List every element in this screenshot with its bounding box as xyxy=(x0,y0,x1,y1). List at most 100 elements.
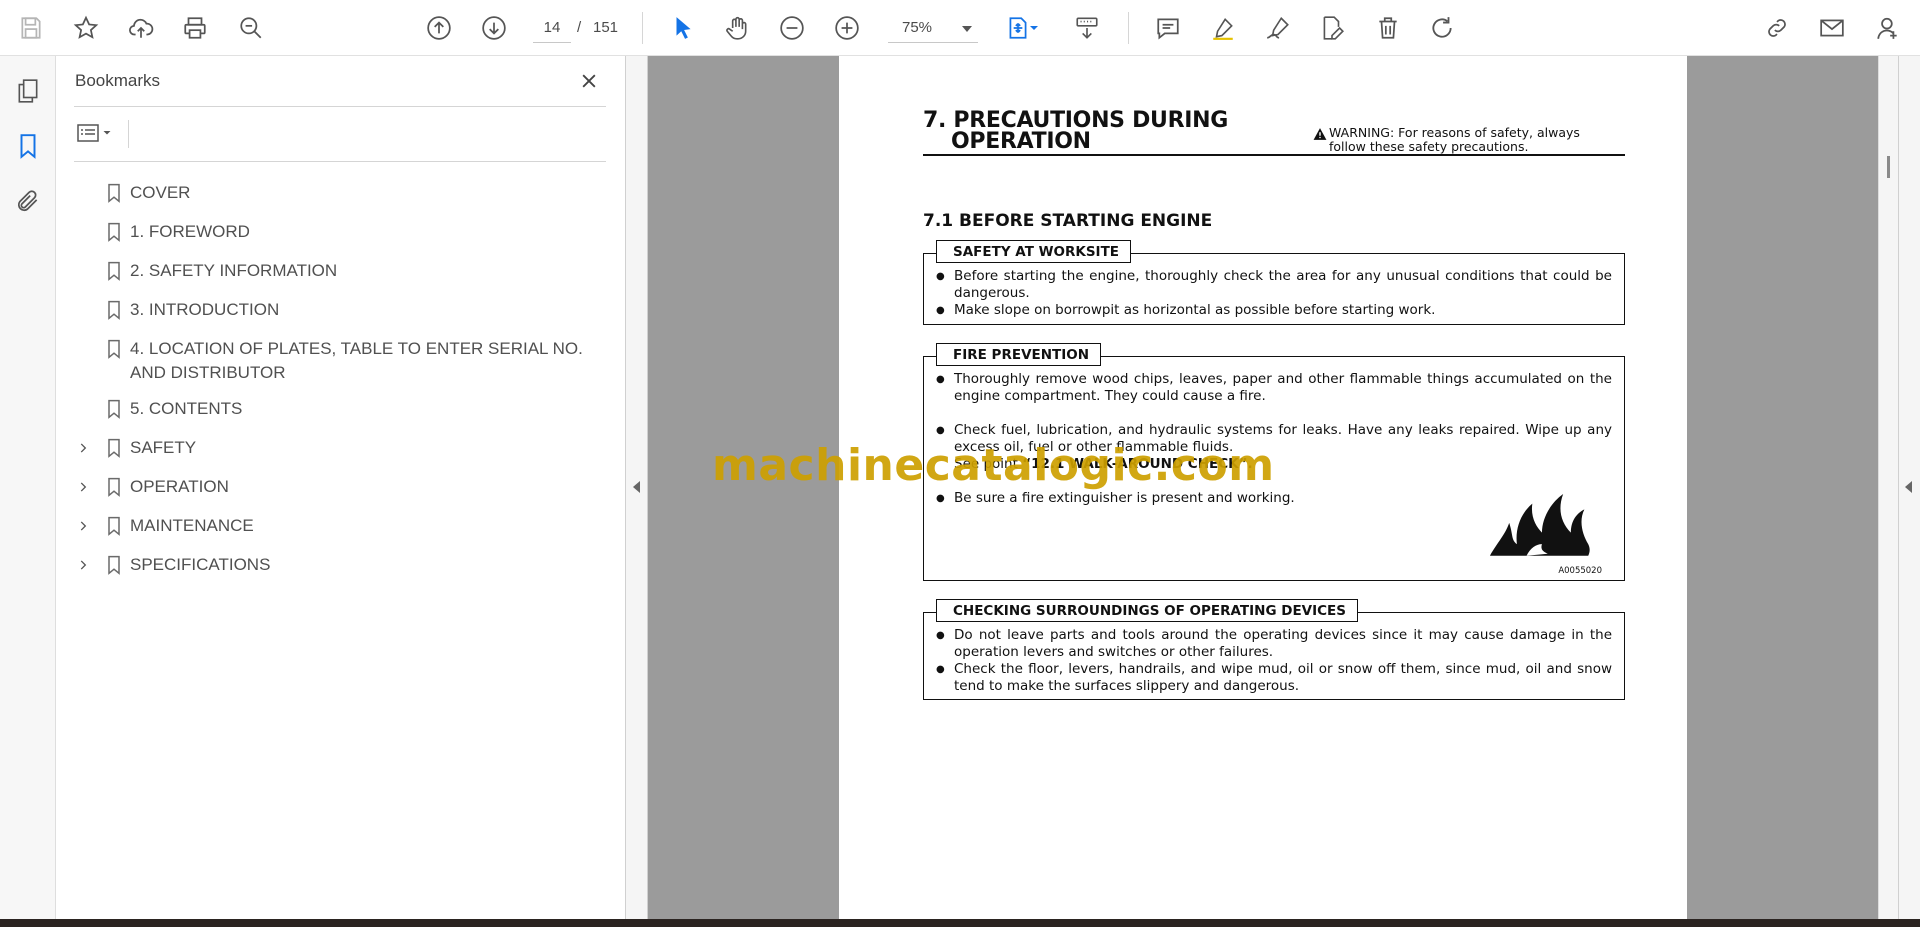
taskbar-strip xyxy=(0,919,1920,927)
bookmark-list: COVER 1. FOREWORD 2. SAFETY INFORMATION 3. … xyxy=(56,174,626,585)
bookmark-item[interactable]: 1. FOREWORD xyxy=(56,213,626,252)
fire-icon xyxy=(1489,494,1590,556)
bookmark-item[interactable]: OPERATION xyxy=(56,468,626,507)
warning-text-line2: follow these safety precautions. xyxy=(1329,139,1529,154)
heading-rule xyxy=(923,154,1625,156)
vertical-scrollbar[interactable] xyxy=(1878,56,1898,919)
expand-right-panel-icon[interactable] xyxy=(1905,481,1912,493)
zoom-out-icon[interactable] xyxy=(775,11,809,45)
bookmark-icon xyxy=(100,179,130,207)
panel-title: Bookmarks xyxy=(75,71,161,90)
right-panel-rail[interactable] xyxy=(1898,56,1920,919)
warning-note: WARNING: For reasons of safety, always f… xyxy=(1313,125,1619,154)
bookmarks-icon[interactable] xyxy=(11,129,45,163)
expand-spacer xyxy=(56,179,100,207)
star-icon[interactable] xyxy=(69,11,103,45)
expand-spacer xyxy=(56,296,100,324)
print-icon[interactable] xyxy=(178,11,212,45)
chevron-right-icon[interactable] xyxy=(56,473,100,501)
bookmark-item[interactable]: 5. CONTENTS xyxy=(56,390,626,429)
share-link-icon[interactable] xyxy=(1760,11,1794,45)
expand-spacer xyxy=(56,395,100,423)
bookmark-icon xyxy=(100,551,130,579)
find-text-icon[interactable] xyxy=(234,11,268,45)
zoom-in-icon[interactable] xyxy=(830,11,864,45)
toolbar-divider xyxy=(642,12,643,44)
account-icon[interactable] xyxy=(1871,11,1905,45)
delete-icon[interactable] xyxy=(1371,11,1405,45)
attachments-icon[interactable] xyxy=(11,184,45,218)
email-icon[interactable] xyxy=(1815,11,1849,45)
chevron-down-icon xyxy=(962,26,972,32)
main-toolbar: 14 / 151 75% xyxy=(0,0,1920,56)
bookmark-icon xyxy=(100,218,130,246)
watermark-text: machinecatalogic.com xyxy=(712,440,1275,491)
bookmark-label: 1. FOREWORD xyxy=(130,222,250,241)
comment-icon[interactable] xyxy=(1151,11,1185,45)
bookmark-item[interactable]: SPECIFICATIONS xyxy=(56,546,626,585)
bookmark-label: 3. INTRODUCTION xyxy=(130,300,280,319)
chapter-heading-line2: OPERATION xyxy=(951,129,1091,154)
bookmark-icon xyxy=(100,296,130,324)
highlight-icon[interactable] xyxy=(1206,11,1240,45)
bookmark-label: SPECIFICATIONS xyxy=(130,555,271,574)
scroll-thumb[interactable] xyxy=(1887,156,1890,178)
bookmark-item[interactable]: MAINTENANCE xyxy=(56,507,626,546)
bookmark-icon xyxy=(100,434,130,462)
box-title: FIRE PREVENTION xyxy=(936,343,1102,366)
divider xyxy=(74,161,606,162)
bookmark-item[interactable]: SAFETY xyxy=(56,429,626,468)
page-number-input[interactable]: 14 xyxy=(533,13,571,43)
safety-at-worksite-box: SAFETY AT WORKSITE Before starting the e… xyxy=(923,240,1625,325)
page-separator: / xyxy=(577,19,582,36)
bullet-list: Before starting the engine, thoroughly c… xyxy=(936,268,1612,319)
rotate-icon[interactable] xyxy=(1425,11,1459,45)
chevron-right-icon[interactable] xyxy=(56,551,100,579)
bookmark-label: OPERATION xyxy=(130,477,229,496)
warning-icon xyxy=(1313,128,1327,140)
hand-tool-icon[interactable] xyxy=(720,11,754,45)
list-item: Make slope on borrowpit as horizontal as… xyxy=(936,302,1612,319)
bookmark-icon xyxy=(100,473,130,501)
bookmark-item[interactable]: 4. LOCATION OF PLATES, TABLE TO ENTER SE… xyxy=(56,330,626,390)
bookmark-label: COVER xyxy=(130,183,191,202)
list-item: Thoroughly remove wood chips, leaves, pa… xyxy=(936,371,1612,405)
previous-page-icon[interactable] xyxy=(422,11,456,45)
select-cursor-icon[interactable] xyxy=(666,11,700,45)
collapse-panel-icon[interactable] xyxy=(633,481,640,493)
section-heading: 7.1 BEFORE STARTING ENGINE xyxy=(923,211,1213,231)
chevron-right-icon[interactable] xyxy=(56,512,100,540)
close-icon[interactable] xyxy=(576,68,602,94)
bookmark-icon xyxy=(100,395,130,423)
panel-splitter[interactable] xyxy=(626,56,648,919)
page-total: 151 xyxy=(593,19,619,36)
list-item: Do not leave parts and tools around the … xyxy=(936,627,1612,661)
bookmark-item[interactable]: COVER xyxy=(56,174,626,213)
expand-spacer xyxy=(56,218,100,246)
box-title: SAFETY AT WORKSITE xyxy=(936,240,1132,263)
next-page-icon[interactable] xyxy=(477,11,511,45)
bookmark-icon xyxy=(100,257,130,285)
chevron-down-icon[interactable] xyxy=(1026,11,1042,45)
scroll-mode-icon[interactable] xyxy=(1070,11,1104,45)
chapter-heading: 7. PRECAUTIONS DURING OPERATION xyxy=(923,110,1228,154)
page-thumbnails-icon[interactable] xyxy=(11,74,45,108)
upload-cloud-icon[interactable] xyxy=(124,11,158,45)
bookmark-label: 2. SAFETY INFORMATION xyxy=(130,261,338,280)
list-item: Before starting the engine, thoroughly c… xyxy=(936,268,1612,302)
figure-code: A0055020 xyxy=(1558,566,1602,576)
expand-spacer xyxy=(56,257,100,285)
save-icon[interactable] xyxy=(14,11,48,45)
bookmark-item[interactable]: 3. INTRODUCTION xyxy=(56,291,626,330)
list-item: Check the floor, levers, handrails, and … xyxy=(936,661,1612,695)
checking-surroundings-box: CHECKING SURROUNDINGS OF OPERATING DEVIC… xyxy=(923,599,1625,700)
warning-text-line1: WARNING: For reasons of safety, always xyxy=(1329,125,1580,140)
bookmark-options-button[interactable] xyxy=(75,118,119,148)
zoom-level-select[interactable]: 75% xyxy=(888,13,978,43)
draw-freehand-icon[interactable] xyxy=(1261,11,1295,45)
toolbar-divider xyxy=(1128,12,1129,44)
zoom-level-value: 75% xyxy=(902,19,933,36)
chevron-right-icon[interactable] xyxy=(56,434,100,462)
edit-pdf-icon[interactable] xyxy=(1315,11,1349,45)
bookmark-item[interactable]: 2. SAFETY INFORMATION xyxy=(56,252,626,291)
